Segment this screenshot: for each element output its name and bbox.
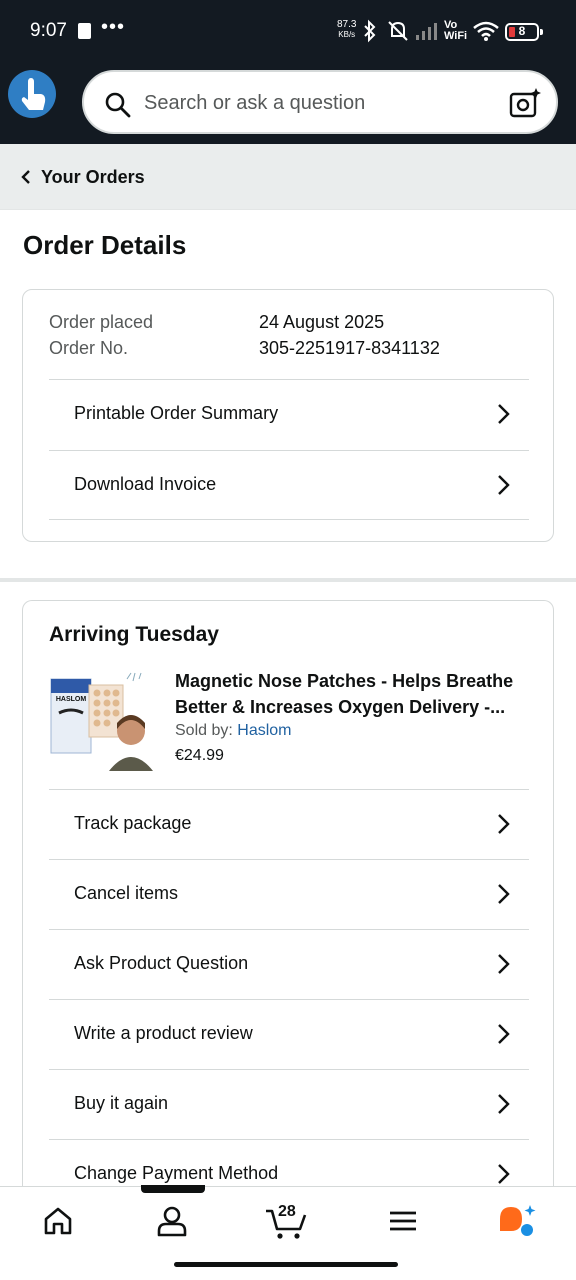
vowifi-wifi: WiFi (444, 30, 468, 42)
hand-pointer-icon (21, 78, 46, 110)
account-icon[interactable] (156, 1205, 188, 1237)
page-title: Order Details (23, 230, 187, 260)
camera-search-icon[interactable] (508, 86, 542, 120)
chevron-right-icon (498, 1024, 510, 1044)
search-bar[interactable]: Search or ask a question (82, 70, 558, 134)
assistant-icon[interactable] (496, 1203, 540, 1241)
home-indicator (174, 1262, 398, 1267)
order-info-card: Order placed 24 August 2025 Order No. 30… (22, 289, 554, 542)
chevron-right-icon (498, 814, 510, 834)
delivery-heading: Arriving Tuesday (49, 623, 219, 646)
ask-product-question-label: Ask Product Question (74, 953, 249, 973)
search-input[interactable]: Search or ask a question (144, 92, 365, 115)
vowifi-indicator: Vo WiFi (444, 20, 467, 42)
change-payment-method-label: Change Payment Method (74, 1163, 279, 1183)
top-bar: 9:07 ••• 87.3 KB/s Vo WiFi 8 Search or a… (0, 0, 576, 144)
order-placed-label: Order placed (49, 312, 154, 332)
menu-icon[interactable] (388, 1205, 418, 1237)
download-invoice-link[interactable]: Download Invoice (49, 450, 529, 520)
battery-icon: 8 (505, 23, 543, 41)
search-icon (105, 92, 131, 118)
sold-by: Sold by: Haslom (175, 722, 292, 740)
cancel-items-button[interactable]: Cancel items (49, 859, 529, 929)
network-speed-value: 87.3 (337, 19, 357, 30)
write-review-button[interactable]: Write a product review (49, 999, 529, 1069)
chevron-right-icon (498, 475, 510, 495)
ask-product-question-button[interactable]: Ask Product Question (49, 929, 529, 999)
amazon-app-logo[interactable] (8, 70, 56, 118)
product-image[interactable]: HASLOM (49, 671, 153, 771)
sold-by-label: Sold by: (175, 722, 238, 739)
signal-icon (416, 23, 437, 40)
network-speed-unit: KB/s (338, 30, 356, 39)
battery-percent: 8 (518, 24, 526, 38)
product-price: €24.99 (175, 747, 224, 764)
breadcrumb-your-orders[interactable]: Your Orders (41, 167, 145, 188)
buy-again-label: Buy it again (74, 1093, 169, 1113)
track-package-button[interactable]: Track package (49, 789, 529, 859)
chevron-right-icon (498, 404, 510, 424)
order-number-value: 305-2251917-8341132 (259, 338, 440, 358)
product-image-brand: HASLOM (56, 696, 87, 703)
product-title[interactable]: Magnetic Nose Patches - Helps Breathe Be… (175, 668, 529, 720)
more-notifications-icon: ••• (101, 16, 126, 38)
track-package-label: Track package (74, 813, 192, 833)
download-invoice-label: Download Invoice (74, 474, 217, 494)
chevron-right-icon (498, 1094, 510, 1114)
mute-icon (388, 21, 408, 41)
printable-order-summary-label: Printable Order Summary (74, 403, 279, 423)
chevron-left-icon (21, 170, 30, 184)
breadcrumb[interactable]: Your Orders (0, 144, 576, 210)
shipment-card: Arriving Tuesday HASLOM Magnetic Nose Pa… (22, 600, 554, 1220)
wifi-icon (473, 21, 499, 41)
status-bar: 9:07 ••• 87.3 KB/s Vo WiFi 8 (0, 0, 576, 64)
active-tab-indicator (141, 1185, 205, 1193)
network-speed: 87.3 KB/s (337, 20, 356, 40)
chevron-right-icon (498, 954, 510, 974)
seller-link[interactable]: Haslom (237, 722, 291, 739)
buy-again-button[interactable]: Buy it again (49, 1069, 529, 1139)
printable-order-summary-link[interactable]: Printable Order Summary (49, 379, 529, 449)
chevron-right-icon (498, 1164, 510, 1184)
cart-count-badge: 28 (278, 1203, 296, 1220)
section-divider (0, 578, 576, 582)
order-number-label: Order No. (49, 338, 129, 358)
cancel-items-label: Cancel items (74, 883, 179, 903)
notification-icon (78, 23, 91, 39)
bluetooth-icon (364, 19, 376, 43)
order-placed-value: 24 August 2025 (259, 312, 385, 332)
write-review-label: Write a product review (74, 1023, 253, 1043)
status-time: 9:07 (30, 20, 67, 41)
home-icon[interactable] (42, 1205, 74, 1237)
chevron-right-icon (498, 884, 510, 904)
